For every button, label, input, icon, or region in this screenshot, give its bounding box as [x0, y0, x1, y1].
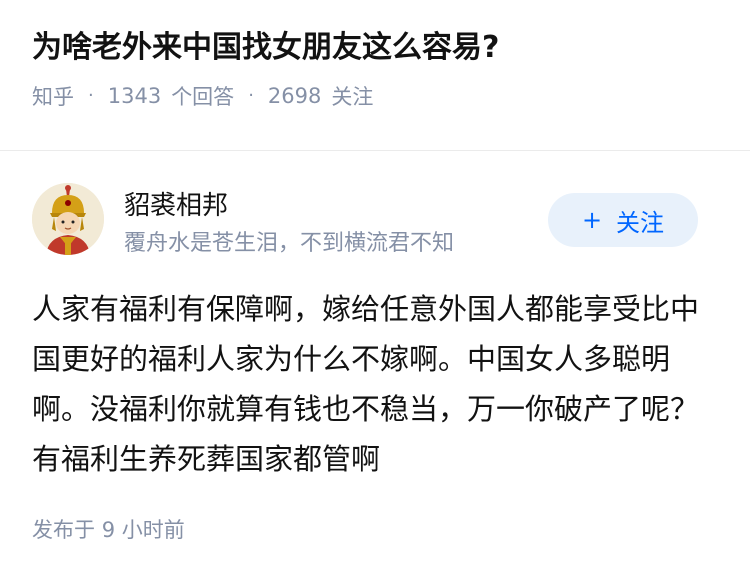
answer-content[interactable]: 人家有福利有保障啊，嫁给任意外国人都能享受比中国更好的福利人家为什么不嫁啊。中国… [32, 284, 722, 484]
plus-icon: + [581, 206, 603, 234]
publish-time-label: 发布于 [32, 518, 95, 542]
question-title[interactable]: 为啥老外来中国找女朋友这么容易? [32, 28, 718, 69]
avatar[interactable] [32, 183, 104, 255]
avatar-illustration-icon [32, 183, 104, 255]
question-header: 为啥老外来中国找女朋友这么容易? 知乎 · 1343 个回答 · 2698 关注 [32, 28, 718, 111]
answer-count: 1343 [107, 83, 162, 108]
follower-count: 2698 [267, 83, 322, 108]
author-bio: 覆舟水是苍生泪，不到横流君不知 [124, 231, 455, 256]
answer-count-label: 个回答 [171, 84, 235, 109]
publish-time-value: 9 小时前 [101, 518, 185, 542]
source-label[interactable]: 知乎 [32, 81, 74, 111]
meta-separator: · [88, 85, 94, 106]
follower-count-label: 关注 [331, 84, 374, 109]
follow-button[interactable]: + 关注 [548, 193, 698, 247]
question-meta: 知乎 · 1343 个回答 · 2698 关注 [32, 81, 718, 111]
follow-button-label: 关注 [616, 208, 665, 237]
publish-time: 发布于 9 小时前 [32, 514, 185, 544]
author-card: 貂裘相邦 覆舟水是苍生泪，不到横流君不知 + 关注 [32, 183, 698, 259]
section-divider [0, 150, 750, 151]
author-name[interactable]: 貂裘相邦 [124, 185, 228, 222]
meta-separator: · [248, 85, 254, 106]
